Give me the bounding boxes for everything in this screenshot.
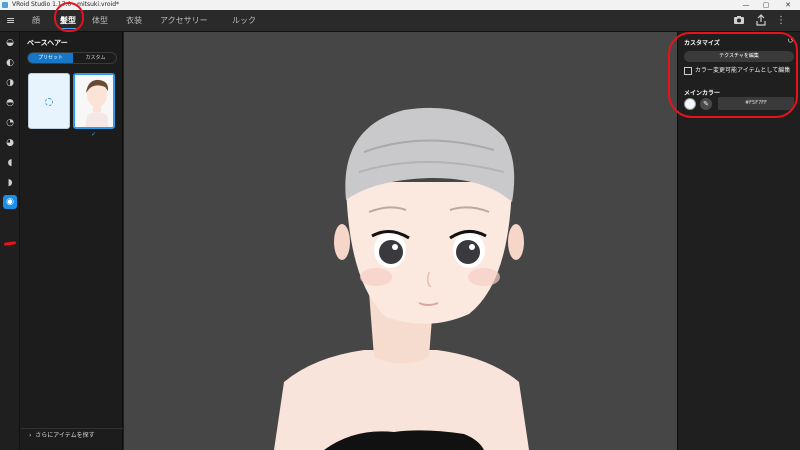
close-button[interactable]: ✕: [778, 0, 798, 10]
new-item-thumbnail[interactable]: [28, 73, 70, 129]
app-logo-icon: [2, 2, 8, 8]
tab-face[interactable]: 顔: [32, 10, 40, 32]
category-rail: ◒ ◐ ◑ ◓ ◔ ◕ ◖ ◗ ◉: [0, 32, 20, 450]
find-more-label: さらにアイテムを探す: [35, 432, 95, 439]
more-vertical-icon[interactable]: ⋮: [774, 14, 788, 28]
hair-tail-icon[interactable]: ◖: [3, 156, 17, 170]
hair-extra-icon[interactable]: ◗: [3, 176, 17, 190]
loading-icon: [45, 98, 53, 106]
hair-back-icon[interactable]: ◓: [3, 96, 17, 110]
annotation-underline: [3, 241, 17, 246]
base-hair-icon[interactable]: ◉: [3, 195, 17, 209]
selected-check-icon: ✓: [91, 131, 97, 138]
find-more-items-link[interactable]: › さらにアイテムを探す: [21, 428, 123, 442]
hamburger-icon[interactable]: ≡: [6, 15, 18, 27]
segment-custom[interactable]: カスタム: [73, 53, 116, 63]
annotation-circle-tab: [54, 2, 84, 32]
annotation-circle-panel: [668, 32, 798, 118]
avatar-preview-icon: [75, 75, 113, 127]
tab-accessory[interactable]: アクセサリー: [160, 10, 208, 32]
camera-icon[interactable]: [732, 14, 746, 28]
model-viewport[interactable]: [124, 32, 677, 450]
hair-side-icon[interactable]: ◑: [3, 76, 17, 90]
preset-custom-toggle: プリセット カスタム: [27, 52, 117, 64]
hair-accent-icon[interactable]: ◔: [3, 116, 17, 130]
tab-look[interactable]: ルック: [232, 10, 256, 32]
head-icon[interactable]: ◒: [3, 36, 17, 50]
window-title-bar: VRoid Studio 1.17.0 - mitsuki.vroid* — ▢…: [0, 0, 800, 10]
minimize-button[interactable]: —: [736, 0, 756, 10]
preset-hair-thumbnail[interactable]: [73, 73, 115, 129]
top-navigation: ≡ 顔 髪型 体型 衣装 アクセサリー ルック ⋮: [0, 2, 800, 32]
tab-outfit[interactable]: 衣装: [126, 10, 142, 32]
maximize-button[interactable]: ▢: [756, 0, 776, 10]
export-icon[interactable]: [754, 14, 768, 28]
item-panel: ベースヘアー プリセット カスタム ✓: [21, 32, 123, 450]
tab-body[interactable]: 体型: [92, 10, 108, 32]
hair-ahoge-icon[interactable]: ◕: [3, 136, 17, 150]
hair-front-icon[interactable]: ◐: [3, 56, 17, 70]
panel-title: ベースヘアー: [27, 39, 68, 47]
avatar-model: [274, 107, 529, 450]
segment-preset[interactable]: プリセット: [28, 53, 73, 63]
